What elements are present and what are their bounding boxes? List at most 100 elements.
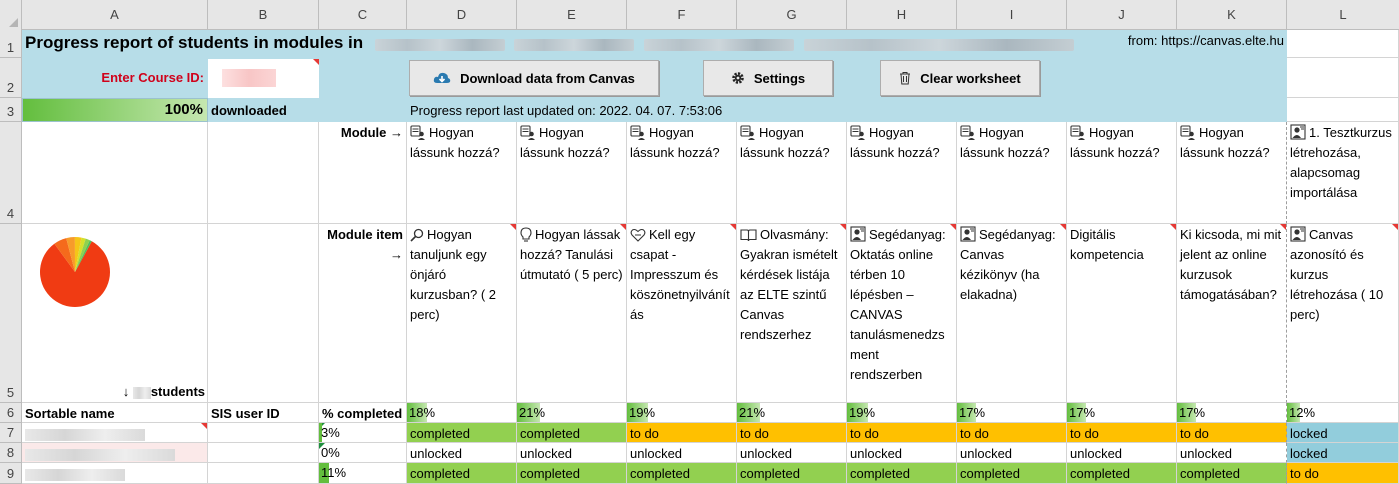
module-completion-2[interactable]: 19% — [627, 403, 737, 423]
column-header-f[interactable]: F — [627, 0, 737, 30]
column-header-b[interactable]: B — [208, 0, 319, 30]
clear-worksheet-button[interactable]: Clear worksheet — [880, 60, 1040, 96]
module-completion-3[interactable]: 21% — [737, 403, 847, 423]
status-cell[interactable]: locked — [1287, 423, 1399, 443]
student-name-cell[interactable] — [22, 463, 208, 484]
status-cell[interactable]: completed — [1067, 463, 1177, 484]
row-header-8[interactable]: 8 — [0, 443, 22, 463]
module-completion-8[interactable]: 12% — [1287, 403, 1399, 423]
cell-b5[interactable] — [208, 224, 319, 403]
module-header-3[interactable]: Hogyan lássunk hozzá? — [737, 122, 847, 224]
module-item-header-8[interactable]: Canvas azonosító és kurzus létrehozása (… — [1287, 224, 1399, 403]
module-item-header-7[interactable]: Ki kicsoda, mi mit jelent az online kurz… — [1177, 224, 1287, 403]
column-header-j[interactable]: J — [1067, 0, 1177, 30]
status-cell[interactable]: completed — [517, 423, 627, 443]
student-sis-id[interactable] — [208, 443, 319, 463]
module-completion-6[interactable]: 17% — [1067, 403, 1177, 423]
completion-pie-chart[interactable] — [30, 227, 120, 317]
status-cell[interactable]: unlocked — [627, 443, 737, 463]
column-header-a[interactable]: A — [22, 0, 208, 30]
select-all-corner[interactable] — [0, 0, 22, 30]
module-item-header-3[interactable]: Olvasmány: Gyakran ismételt kérdések lis… — [737, 224, 847, 403]
student-sis-id[interactable] — [208, 463, 319, 484]
module-completion-1[interactable]: 21% — [517, 403, 627, 423]
row-header-1[interactable]: 1 — [0, 30, 22, 58]
module-item-header-5[interactable]: Segédanyag: Canvas kézikönyv (ha elakadn… — [957, 224, 1067, 403]
header-percent-completed[interactable]: % completed — [319, 403, 407, 423]
student-name-cell[interactable] — [22, 423, 208, 443]
cell-a4[interactable] — [22, 122, 208, 224]
module-header-5[interactable]: Hogyan lássunk hozzá? — [957, 122, 1067, 224]
module-completion-5[interactable]: 17% — [957, 403, 1067, 423]
module-header-4[interactable]: Hogyan lássunk hozzá? — [847, 122, 957, 224]
title-cell[interactable]: Progress report of students in modules i… — [22, 30, 1287, 58]
cell-l3[interactable] — [1287, 98, 1399, 122]
column-header-d[interactable]: D — [407, 0, 517, 30]
status-cell[interactable]: unlocked — [1177, 443, 1287, 463]
row-header-7[interactable]: 7 — [0, 423, 22, 443]
column-header-i[interactable]: I — [957, 0, 1067, 30]
cell-b4[interactable] — [208, 122, 319, 224]
row-header-3[interactable]: 3 — [0, 98, 22, 122]
status-cell[interactable]: to do — [1287, 463, 1399, 484]
status-cell[interactable]: completed — [407, 423, 517, 443]
student-sis-id[interactable] — [208, 423, 319, 443]
module-header-1[interactable]: Hogyan lássunk hozzá? — [517, 122, 627, 224]
column-header-l[interactable]: L — [1287, 0, 1399, 30]
column-header-c[interactable]: C — [319, 0, 407, 30]
status-cell[interactable]: completed — [847, 463, 957, 484]
download-button[interactable]: Download data from Canvas — [409, 60, 659, 96]
status-cell[interactable]: unlocked — [847, 443, 957, 463]
module-header-0[interactable]: Hogyan lássunk hozzá? — [407, 122, 517, 224]
status-cell[interactable]: unlocked — [737, 443, 847, 463]
status-cell[interactable]: unlocked — [957, 443, 1067, 463]
student-percent-cell[interactable]: 3% — [319, 423, 407, 443]
module-item-header-0[interactable]: Hogyan tanuljunk egy önjáró kurzusban? (… — [407, 224, 517, 403]
status-cell[interactable]: to do — [1177, 423, 1287, 443]
module-header-8[interactable]: 1. Tesztkurzus létrehozása, alapcsomag i… — [1287, 122, 1399, 224]
module-header-2[interactable]: Hogyan lássunk hozzá? — [627, 122, 737, 224]
status-cell[interactable]: completed — [627, 463, 737, 484]
status-cell[interactable]: to do — [847, 423, 957, 443]
settings-button[interactable]: Settings — [703, 60, 833, 96]
header-sis-user-id[interactable]: SIS user ID — [208, 403, 319, 423]
module-item-header-4[interactable]: Segédanyag: Oktatás online térben 10 lép… — [847, 224, 957, 403]
status-cell[interactable]: to do — [1067, 423, 1177, 443]
module-item-header-2[interactable]: Kell egy csapat - Impresszum és köszönet… — [627, 224, 737, 403]
cell-l2[interactable] — [1287, 58, 1399, 98]
row-header-2[interactable]: 2 — [0, 58, 22, 98]
status-cell[interactable]: to do — [957, 423, 1067, 443]
column-header-k[interactable]: K — [1177, 0, 1287, 30]
student-percent-cell[interactable]: 11% — [319, 463, 407, 484]
column-header-g[interactable]: G — [737, 0, 847, 30]
row-header-4[interactable]: 4 — [0, 122, 22, 224]
column-header-e[interactable]: E — [517, 0, 627, 30]
module-completion-0[interactable]: 18% — [407, 403, 517, 423]
module-item-header-6[interactable]: Digitális kompetencia — [1067, 224, 1177, 403]
module-item-header-1[interactable]: Hogyan lássak hozzá? Tanulási útmutató (… — [517, 224, 627, 403]
status-cell[interactable]: to do — [627, 423, 737, 443]
module-header-7[interactable]: Hogyan lássunk hozzá? — [1177, 122, 1287, 224]
status-cell[interactable]: unlocked — [1067, 443, 1177, 463]
status-cell[interactable]: unlocked — [517, 443, 627, 463]
header-sortable-name[interactable]: Sortable name — [22, 403, 208, 423]
module-header-6[interactable]: Hogyan lássunk hozzá? — [1067, 122, 1177, 224]
row-header-6[interactable]: 6 — [0, 403, 22, 423]
column-header-h[interactable]: H — [847, 0, 957, 30]
status-cell[interactable]: completed — [407, 463, 517, 484]
status-cell[interactable]: to do — [737, 423, 847, 443]
status-cell[interactable]: completed — [737, 463, 847, 484]
status-cell[interactable]: unlocked — [407, 443, 517, 463]
status-cell[interactable]: completed — [1177, 463, 1287, 484]
course-id-input[interactable] — [208, 59, 319, 98]
status-cell[interactable]: completed — [957, 463, 1067, 484]
student-name-cell[interactable] — [22, 443, 208, 463]
status-cell[interactable]: completed — [517, 463, 627, 484]
pie-chart-cell[interactable]: ↓ students — [22, 224, 208, 403]
cell-l1[interactable] — [1287, 30, 1399, 58]
row-header-9[interactable]: 9 — [0, 463, 22, 484]
student-percent-cell[interactable]: 0% — [319, 443, 407, 463]
module-completion-7[interactable]: 17% — [1177, 403, 1287, 423]
row-header-5[interactable]: 5 — [0, 224, 22, 403]
status-cell[interactable]: locked — [1287, 443, 1399, 463]
